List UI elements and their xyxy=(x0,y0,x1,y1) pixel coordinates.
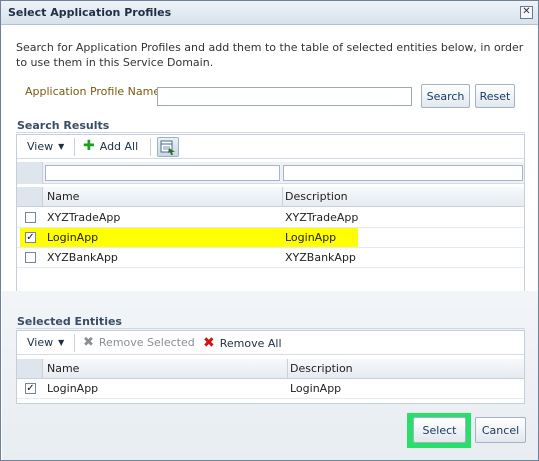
table-row[interactable]: XYZBankApp XYZBankApp xyxy=(17,248,524,268)
application-profile-name-label: Application Profile Name xyxy=(25,85,161,98)
toolbar-separator xyxy=(150,138,151,156)
description-filter-input[interactable] xyxy=(283,165,523,181)
filter-row xyxy=(17,162,524,184)
name-column-header[interactable]: Name xyxy=(47,362,79,375)
row-description-cell: XYZTradeApp xyxy=(285,211,359,224)
reset-button[interactable]: Reset xyxy=(475,84,515,108)
view-menu[interactable]: View ▼ xyxy=(27,336,64,349)
description-column-header[interactable]: Description xyxy=(285,190,348,203)
add-all-label: Add All xyxy=(99,139,139,153)
remove-all-button[interactable]: ✖ Remove All xyxy=(203,335,282,351)
row-checkbox[interactable] xyxy=(25,212,36,223)
remove-all-label: Remove All xyxy=(219,336,282,350)
column-separator xyxy=(287,359,288,378)
row-description-cell: LoginApp xyxy=(285,231,337,244)
header-selector-cell xyxy=(17,359,43,378)
name-filter-input[interactable] xyxy=(45,165,280,181)
table-row[interactable]: XYZTradeApp XYZTradeApp xyxy=(17,208,524,228)
table-row[interactable]: ✓ LoginApp LoginApp xyxy=(17,379,524,399)
columns-icon[interactable] xyxy=(157,137,179,157)
remove-selected-button[interactable]: ✖ Remove Selected xyxy=(83,335,195,350)
remove-all-icon: ✖ xyxy=(203,335,215,351)
chevron-down-icon: ▼ xyxy=(58,142,65,151)
view-menu[interactable]: View ▼ xyxy=(27,140,64,153)
column-separator xyxy=(282,187,283,206)
dialog-titlebar: Select Application Profiles ✕ xyxy=(1,1,538,25)
instructions-text: Search for Application Profiles and add … xyxy=(16,41,524,69)
row-checkbox[interactable]: ✓ xyxy=(25,383,36,394)
search-results-table: Name Description XYZTradeApp XYZTradeApp… xyxy=(17,162,524,298)
dialog-title: Select Application Profiles xyxy=(8,6,172,19)
application-profile-name-input[interactable] xyxy=(157,87,412,106)
row-name-cell: LoginApp xyxy=(47,231,99,244)
toolbar-separator xyxy=(74,334,75,352)
remove-icon: ✖ xyxy=(83,335,94,350)
search-results-title: Search Results xyxy=(17,119,110,132)
description-column-header[interactable]: Description xyxy=(290,362,353,375)
filter-selector-cell xyxy=(17,162,43,184)
view-menu-label: View xyxy=(27,140,54,153)
selected-entities-header-row: Name Description xyxy=(17,359,524,379)
plus-icon: ✚ xyxy=(83,138,95,154)
table-row[interactable]: ✓ LoginApp LoginApp xyxy=(17,228,524,248)
cancel-button[interactable]: Cancel xyxy=(475,417,526,443)
search-results-header-row: Name Description xyxy=(17,187,524,207)
row-name-cell: XYZTradeApp xyxy=(47,211,121,224)
selected-entities-divider xyxy=(16,328,525,329)
header-selector-cell xyxy=(17,187,43,206)
search-results-divider xyxy=(16,132,525,133)
row-name-cell: LoginApp xyxy=(47,382,99,395)
selected-entities-toolbar: View ▼ ✖ Remove Selected ✖ Remove All xyxy=(17,331,524,355)
selected-entities-panel: View ▼ ✖ Remove Selected ✖ Remove All Na… xyxy=(16,330,525,404)
search-results-panel: View ▼ ✚ Add All Name Description XYZTra… xyxy=(16,134,525,298)
search-button[interactable]: Search xyxy=(421,84,470,108)
select-application-profiles-dialog: Select Application Profiles ✕ Search for… xyxy=(0,0,539,461)
row-checkbox[interactable]: ✓ xyxy=(25,232,36,243)
close-icon[interactable]: ✕ xyxy=(520,6,533,19)
selected-entities-title: Selected Entities xyxy=(17,315,122,328)
search-results-toolbar: View ▼ ✚ Add All xyxy=(17,135,524,159)
row-checkbox[interactable] xyxy=(25,252,36,263)
select-button[interactable]: Select xyxy=(413,417,466,443)
add-all-button[interactable]: ✚ Add All xyxy=(83,138,138,154)
view-menu-label: View xyxy=(27,336,54,349)
remove-selected-label: Remove Selected xyxy=(98,336,195,349)
toolbar-separator xyxy=(74,138,75,156)
row-description-cell: XYZBankApp xyxy=(285,251,356,264)
columns-icon-glyph xyxy=(160,140,175,155)
chevron-down-icon: ▼ xyxy=(58,338,65,347)
row-name-cell: XYZBankApp xyxy=(47,251,118,264)
name-column-header[interactable]: Name xyxy=(47,190,79,203)
row-description-cell: LoginApp xyxy=(290,382,342,395)
selected-entities-table: Name Description ✓ LoginApp LoginApp xyxy=(17,359,524,403)
